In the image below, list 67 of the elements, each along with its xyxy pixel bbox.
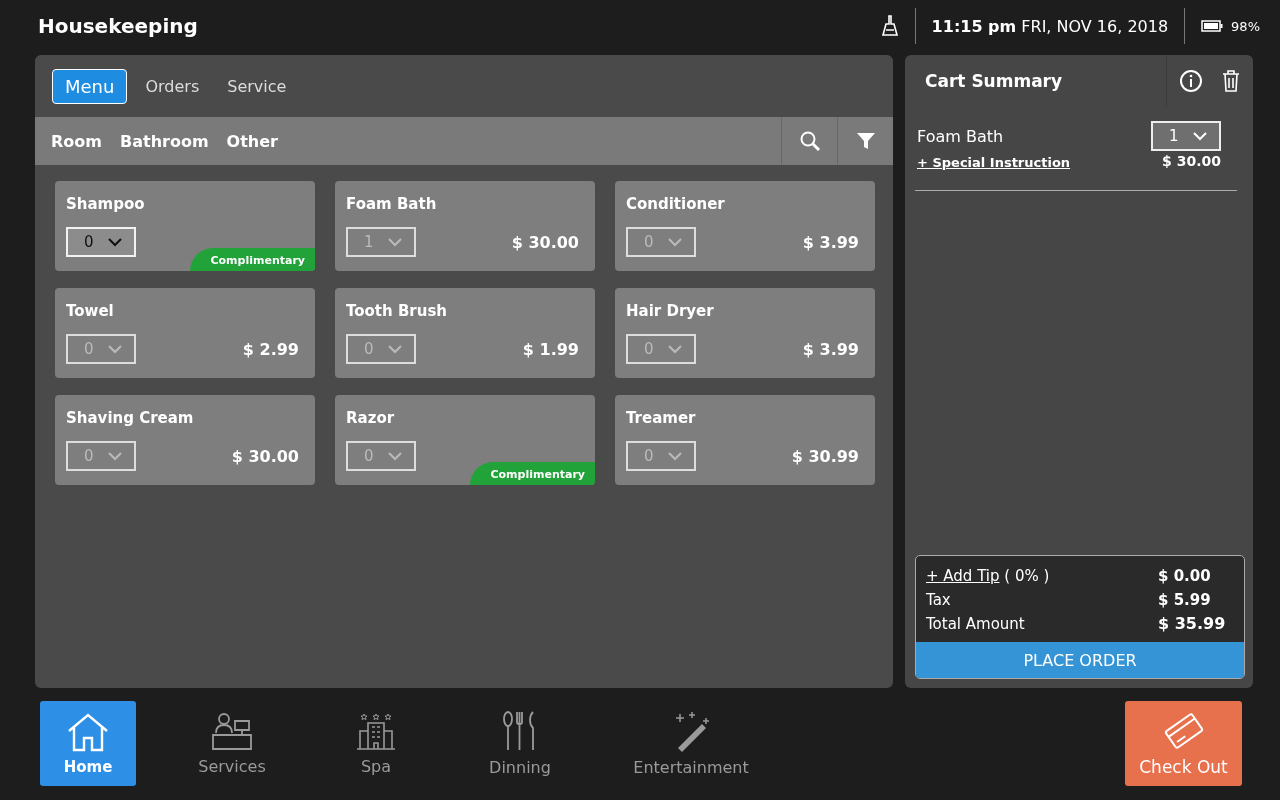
product-price: $ 3.99 [802, 339, 859, 359]
chevron-icon [1193, 131, 1207, 141]
category-link[interactable]: Bathroom [120, 131, 209, 151]
broom-icon[interactable] [880, 15, 899, 37]
product-price: $ 2.99 [242, 339, 299, 359]
product-name: Treamer [626, 409, 697, 427]
chevron-icon [668, 451, 682, 461]
product-price: $ 30.00 [231, 446, 299, 466]
category-link[interactable]: Other [226, 131, 278, 151]
total-amount: $ 35.99 [1158, 614, 1227, 634]
search-icon [798, 130, 821, 152]
entertainment-nav-button[interactable]: Entertainment [616, 701, 766, 786]
product-name: Hair Dryer [626, 302, 715, 320]
chevron-icon [668, 344, 682, 354]
home-nav-button[interactable]: Home [40, 701, 136, 786]
page-title: Housekeeping [38, 14, 198, 38]
check-out-button[interactable]: Check Out [1125, 701, 1242, 786]
spa-nav-button[interactable]: Spa [328, 701, 424, 786]
special-instruction-link[interactable]: + Special Instruction [917, 155, 1071, 170]
date-time: 11:15 pm FRI, NOV 16, 2018 [931, 16, 1169, 36]
battery-level: 98% [1231, 18, 1260, 34]
chevron-icon [388, 237, 402, 247]
filter-icon [855, 131, 876, 151]
services-nav-button[interactable]: Services [184, 701, 280, 786]
product-price: $ 1.99 [522, 339, 579, 359]
tax-amount: $ 5.99 [1158, 590, 1212, 610]
chevron-icon [388, 344, 402, 354]
trash-icon[interactable] [1221, 69, 1241, 93]
product-name: Conditioner [626, 195, 726, 213]
complimentary-badge: Complimentary [190, 248, 315, 271]
product-name: Shaving Cream [66, 409, 195, 427]
info-icon[interactable] [1179, 69, 1203, 93]
dining-nav-button[interactable]: Dinning [472, 701, 568, 786]
house-icon [66, 711, 110, 752]
product-name: Foam Bath [346, 195, 438, 213]
complimentary-badge: Complimentary [470, 462, 595, 485]
product-price: $ 30.99 [791, 446, 859, 466]
product-name: Razor [346, 409, 396, 427]
product-price: $ 30.00 [511, 232, 579, 252]
chevron-icon [388, 451, 402, 461]
chevron-icon [108, 237, 122, 247]
place-order-button[interactable]: PLACE ORDER [916, 642, 1244, 678]
product-name: Tooth Brush [346, 302, 449, 320]
chevron-icon [668, 237, 682, 247]
total-label: Total Amount [926, 614, 1025, 634]
cart-item-price: $ 30.00 [1162, 152, 1221, 169]
chevron-icon [108, 451, 122, 461]
chevron-icon [108, 344, 122, 354]
tip-percent: ( 0% ) [1004, 567, 1050, 585]
tab[interactable]: Service [217, 70, 297, 102]
tab[interactable]: Orders [135, 70, 210, 102]
cart-item-name: Foam Bath [917, 126, 1004, 146]
hotel-building-icon [356, 711, 396, 751]
tab[interactable]: Menu [52, 68, 128, 104]
battery-icon [1201, 20, 1224, 32]
add-tip-link[interactable]: + Add Tip [926, 567, 1000, 585]
credit-card-icon [1162, 710, 1205, 751]
quantity-select[interactable]: 1 [1151, 121, 1221, 151]
tax-label: Tax [926, 590, 951, 610]
product-price: $ 3.99 [802, 232, 859, 252]
reception-desk-icon [211, 711, 253, 751]
tip-amount: $ 0.00 [1158, 566, 1212, 586]
category-link[interactable]: Room [51, 131, 102, 151]
product-name: Shampoo [66, 195, 146, 213]
quantity-select[interactable]: 0 [66, 227, 136, 257]
product-name: Towel [66, 302, 115, 320]
cart-title: Cart Summary [924, 71, 1063, 91]
